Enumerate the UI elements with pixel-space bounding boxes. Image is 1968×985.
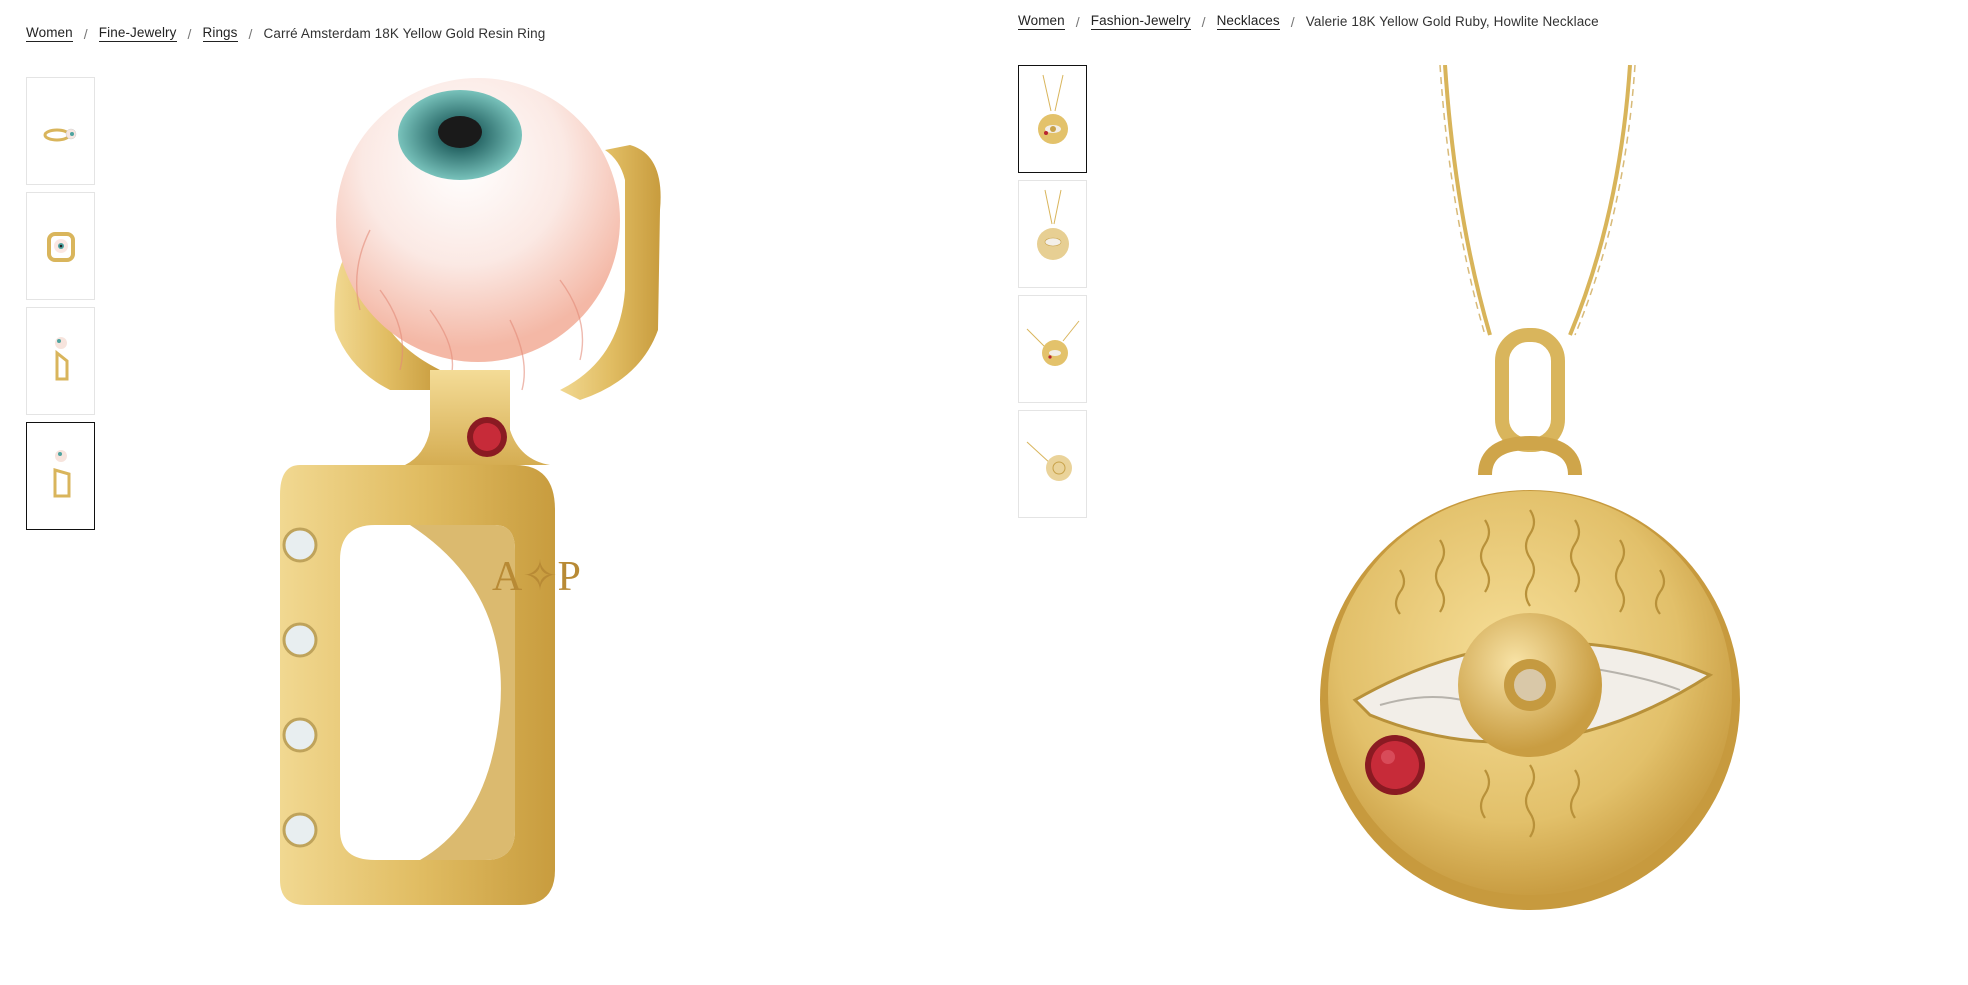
breadcrumb-separator: / <box>1290 13 1295 30</box>
breadcrumb: Women / Fine-Jewelry / Rings / Carré Ams… <box>26 25 545 42</box>
thumbnail-ring-1[interactable] <box>26 77 95 185</box>
thumbnail-necklace-4[interactable] <box>1018 410 1087 518</box>
thumbnail-ring-4[interactable] <box>26 422 95 530</box>
thumbnail-ring-2[interactable] <box>26 192 95 300</box>
ring-product-panel: Women / Fine-Jewelry / Rings / Carré Ams… <box>0 0 1000 985</box>
necklace-product-panel: Women / Fashion-Jewelry / Necklaces / Va… <box>1000 0 1968 985</box>
necklace-thumbnail-image <box>1037 74 1068 144</box>
necklace-thumbnail-image <box>1026 441 1072 481</box>
ring-thumbnail-image <box>53 450 70 498</box>
breadcrumb-link-fashion-jewelry[interactable]: Fashion-Jewelry <box>1090 13 1191 30</box>
eye-pendant-necklace-illustration <box>1320 65 1740 910</box>
breadcrumb-separator: / <box>187 25 192 42</box>
breadcrumb-separator: / <box>1201 13 1206 30</box>
breadcrumb-current-product: Valerie 18K Yellow Gold Ruby, Howlite Ne… <box>1305 14 1599 29</box>
breadcrumb-separator: / <box>248 25 253 42</box>
thumbnail-strip <box>1018 65 1087 518</box>
ring-thumbnail-image <box>46 232 75 262</box>
breadcrumb-link-rings[interactable]: Rings <box>202 25 238 42</box>
breadcrumb-separator: / <box>83 25 88 42</box>
thumbnail-ring-3[interactable] <box>26 307 95 415</box>
thumbnail-necklace-2[interactable] <box>1018 180 1087 288</box>
breadcrumb: Women / Fashion-Jewelry / Necklaces / Va… <box>1018 13 1599 30</box>
thumbnail-necklace-3[interactable] <box>1018 295 1087 403</box>
thumbnail-necklace-1[interactable] <box>1018 65 1087 173</box>
eyeball-ring-illustration: A✧P <box>280 78 661 905</box>
breadcrumb-link-necklaces[interactable]: Necklaces <box>1216 13 1280 30</box>
ring-main-image[interactable]: A✧P <box>260 70 780 985</box>
necklace-thumbnail-image <box>1026 320 1079 366</box>
ring-thumbnail-image <box>54 337 68 381</box>
breadcrumb-link-fine-jewelry[interactable]: Fine-Jewelry <box>98 25 177 42</box>
necklace-thumbnail-image <box>1036 189 1069 260</box>
breadcrumb-link-women[interactable]: Women <box>1018 13 1065 30</box>
thumbnail-strip <box>26 77 95 530</box>
ring-thumbnail-image <box>43 128 76 142</box>
necklace-main-image[interactable] <box>1240 65 1800 985</box>
ring-engraving: A✧P <box>492 554 581 600</box>
breadcrumb-link-women[interactable]: Women <box>26 25 73 42</box>
breadcrumb-separator: / <box>1075 13 1080 30</box>
breadcrumb-current-product: Carré Amsterdam 18K Yellow Gold Resin Ri… <box>263 26 546 41</box>
